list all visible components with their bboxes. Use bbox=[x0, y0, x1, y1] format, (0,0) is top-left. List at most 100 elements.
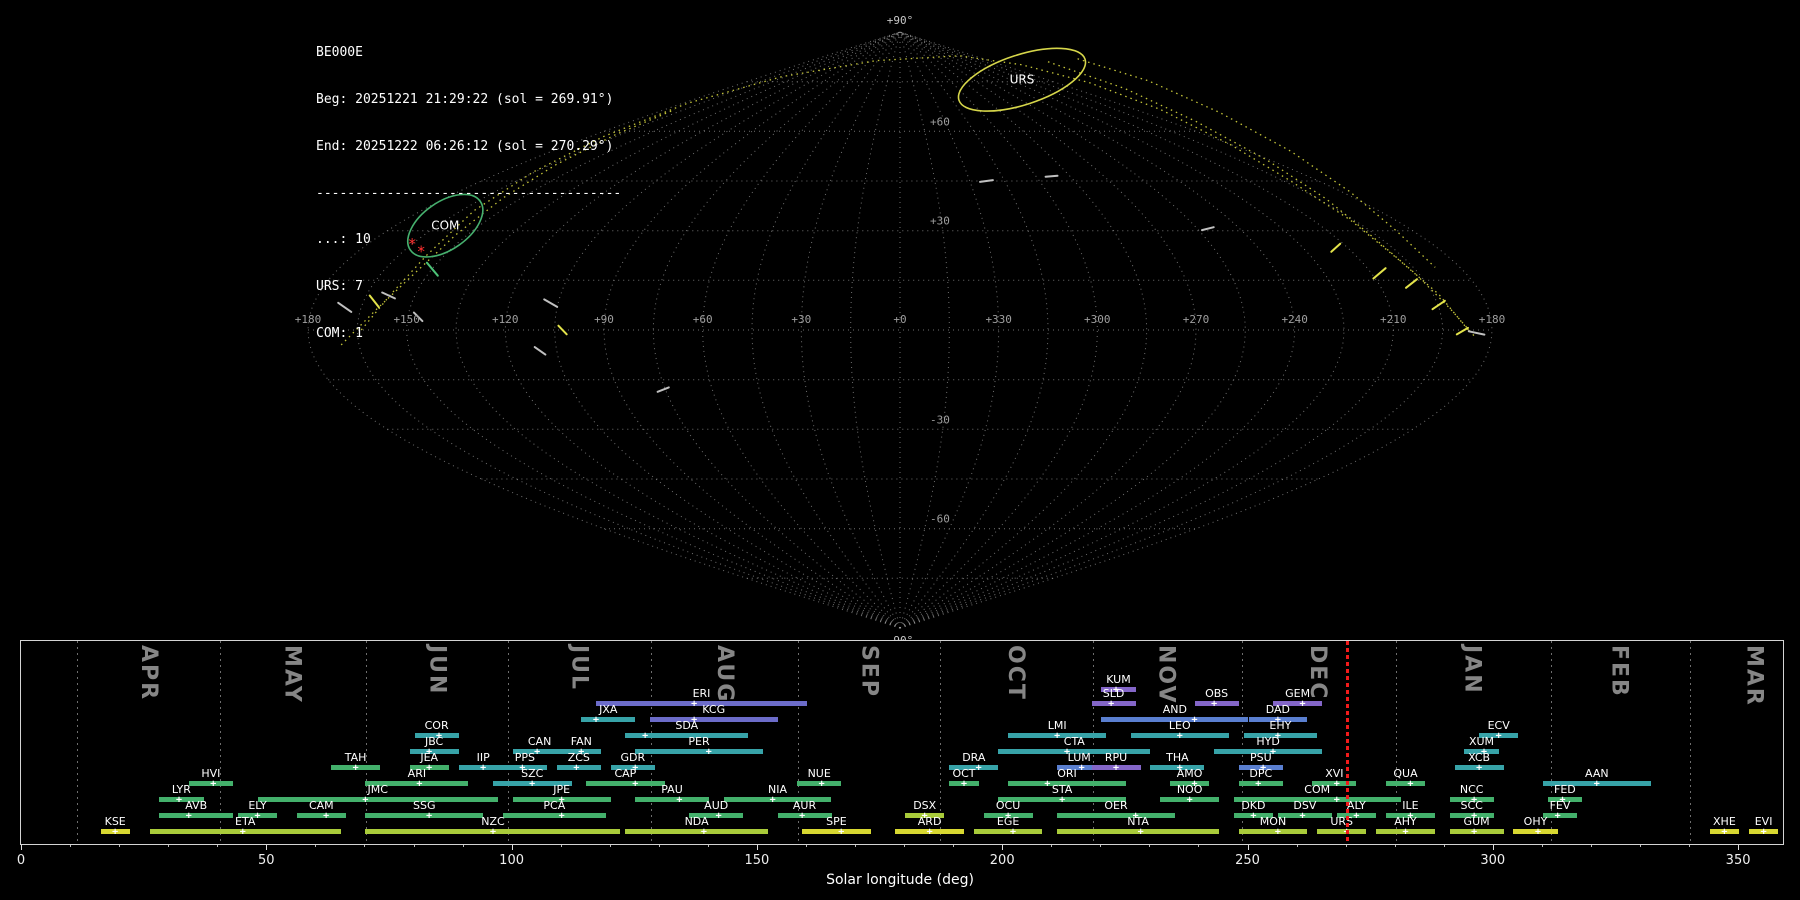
ra-tick-label: +210 bbox=[1380, 313, 1407, 326]
axis-tick-label: 300 bbox=[1480, 853, 1506, 868]
shower-peak-marker: + bbox=[534, 746, 541, 758]
shower-peak-marker: + bbox=[1191, 778, 1198, 790]
timeline-chart: APR MAY JUN JUL AUG SEP OCT NOV DEC JAN FEB MAR KUM +… bbox=[20, 640, 1784, 845]
shower-label: STA bbox=[1051, 783, 1073, 796]
shower-bar bbox=[973, 829, 1043, 834]
shower-peak-marker: + bbox=[1402, 826, 1409, 838]
ra-tick-label: +330 bbox=[985, 313, 1012, 326]
shower-label: AND bbox=[1162, 703, 1188, 716]
axis-tick-label: 150 bbox=[744, 853, 770, 868]
shower-peak-marker: + bbox=[1132, 810, 1139, 822]
shower-peak-marker: + bbox=[1137, 826, 1144, 838]
dec-tick-label: +60 bbox=[930, 115, 950, 128]
shower-label: LUM bbox=[1067, 751, 1091, 764]
ra-tick-label: +60 bbox=[693, 313, 713, 326]
shower-peak-marker: + bbox=[1005, 810, 1012, 822]
shower-peak-marker: + bbox=[1333, 794, 1340, 806]
grid-meridian bbox=[800, 31, 901, 629]
shower-peak-marker: + bbox=[1407, 778, 1414, 790]
shower-peak-marker: + bbox=[1534, 826, 1542, 838]
shower-peak-marker: + bbox=[705, 746, 712, 758]
month-label: APR bbox=[136, 645, 162, 702]
shower-peak-marker: + bbox=[1559, 794, 1566, 806]
shower-peak-marker: + bbox=[691, 698, 698, 710]
meteor-trail bbox=[1201, 226, 1215, 232]
axis-tick-label: 350 bbox=[1725, 853, 1751, 868]
meteor-trail bbox=[656, 386, 670, 393]
shower-label: GEM bbox=[1285, 687, 1311, 700]
shower-label: PER bbox=[688, 735, 710, 748]
shower-label: NDA bbox=[684, 815, 709, 828]
shower-peak-marker: + bbox=[1211, 698, 1218, 710]
axis-tick-label: 0 bbox=[16, 853, 26, 868]
shower-label: CAN bbox=[527, 735, 552, 748]
shower-label: XUM bbox=[1468, 735, 1495, 748]
shower-peak-marker: + bbox=[112, 826, 119, 838]
grid-meridian bbox=[702, 31, 901, 629]
ra-tick-label: +270 bbox=[1183, 313, 1210, 326]
shower-peak-marker: + bbox=[691, 714, 698, 726]
shower-label: ECV bbox=[1487, 719, 1510, 732]
shower-label: TAH bbox=[344, 751, 367, 764]
count-com: COM: 1 bbox=[316, 325, 363, 341]
shower-peak-marker: + bbox=[1299, 698, 1306, 710]
shower-peak-marker: + bbox=[1112, 684, 1120, 696]
radiant-drift-track bbox=[1047, 61, 1475, 337]
shower-label: QUA bbox=[1393, 767, 1418, 780]
month-label: FEB bbox=[1606, 645, 1632, 698]
shower-label: LEO bbox=[1168, 719, 1191, 732]
shower-label: AVB bbox=[185, 799, 208, 812]
shower-label: OER bbox=[1104, 799, 1128, 812]
shower-peak-marker: + bbox=[254, 810, 261, 822]
shower-label: COR bbox=[424, 719, 449, 732]
shower-peak-marker: + bbox=[489, 826, 497, 838]
shower-peak-marker: + bbox=[769, 794, 776, 806]
shower-peak-marker: + bbox=[1353, 810, 1360, 822]
shower-peak-marker: + bbox=[1191, 714, 1198, 726]
shower-label: XVI bbox=[1325, 767, 1344, 780]
shower-label: AUD bbox=[704, 799, 729, 812]
shower-peak-marker: + bbox=[529, 778, 536, 790]
shower-peak-marker: + bbox=[1476, 762, 1483, 774]
observation-end: End: 20251222 06:26:12 (sol = 270.29°) bbox=[316, 138, 614, 154]
shower-label: NUE bbox=[807, 767, 831, 780]
shower-bar bbox=[802, 829, 871, 834]
info-panel: BE000E Beg: 20251221 21:29:22 (sol = 269… bbox=[316, 14, 621, 357]
shower-label: DAD bbox=[1265, 703, 1291, 716]
shower-label: ORI bbox=[1057, 767, 1077, 780]
shower-peak-marker: + bbox=[1274, 714, 1281, 726]
shower-peak-marker: + bbox=[1269, 746, 1277, 758]
shower-bar bbox=[365, 813, 484, 818]
shower-label: KUM bbox=[1106, 673, 1131, 686]
meteor-trail bbox=[1467, 330, 1486, 336]
meteor-trail bbox=[1044, 174, 1059, 178]
shower-label: MON bbox=[1259, 815, 1287, 828]
shower-bar bbox=[581, 717, 636, 722]
shower-peak-marker: + bbox=[558, 794, 565, 806]
dec-tick-label: -60 bbox=[930, 513, 950, 526]
shower-peak-marker: + bbox=[592, 714, 600, 726]
shower-bar bbox=[1238, 829, 1308, 834]
shower-peak-marker: + bbox=[1059, 794, 1066, 806]
shower-label: RPU bbox=[1104, 751, 1128, 764]
shower-label: ALY bbox=[1346, 799, 1366, 812]
shower-peak-marker: + bbox=[1407, 810, 1414, 822]
shower-label: PSU bbox=[1249, 751, 1272, 764]
meteor-trail bbox=[1405, 278, 1418, 289]
shower-label: OCU bbox=[995, 799, 1021, 812]
shower-peak-marker: + bbox=[1063, 746, 1071, 758]
x-axis-title: Solar longitude (deg) bbox=[826, 872, 974, 888]
shower-peak-marker: + bbox=[799, 810, 806, 822]
shower-peak-marker: + bbox=[323, 810, 330, 822]
shower-label: XHE bbox=[1713, 815, 1736, 828]
shower-label: SPE bbox=[826, 815, 847, 828]
shower-label: HVI bbox=[201, 767, 221, 780]
count-urs: URS: 7 bbox=[316, 279, 363, 295]
shower-peak-marker: + bbox=[416, 778, 423, 790]
shower-peak-marker: + bbox=[1009, 826, 1017, 838]
month-label: MAY bbox=[279, 645, 305, 704]
shower-label: THA bbox=[1166, 751, 1189, 764]
shower-peak-marker: + bbox=[1108, 698, 1115, 710]
ra-tick-label: +300 bbox=[1084, 313, 1111, 326]
shower-label: PPS bbox=[514, 751, 536, 764]
